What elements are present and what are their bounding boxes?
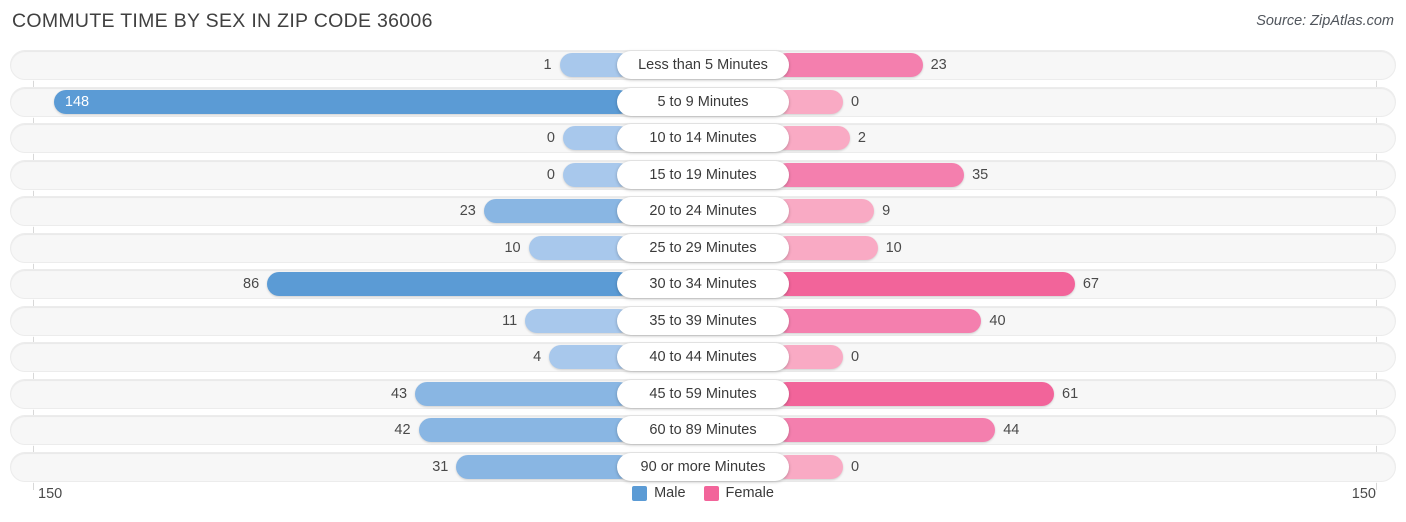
value-female: 0 bbox=[851, 349, 860, 365]
value-male: 42 bbox=[394, 422, 411, 438]
bar-male bbox=[415, 381, 631, 406]
row-label-pill: 10 to 14 Minutes bbox=[617, 124, 789, 152]
value-female: 9 bbox=[882, 203, 891, 219]
chart-row: 5 to 9 Minutes 148 0 bbox=[10, 86, 1396, 117]
bar-female bbox=[775, 418, 996, 442]
bar-male bbox=[528, 235, 631, 260]
value-female: 35 bbox=[972, 166, 989, 183]
row-label-pill: Less than 5 Minutes bbox=[617, 51, 789, 79]
value-female: 44 bbox=[1003, 422, 1020, 438]
bar-male bbox=[456, 454, 631, 479]
bar-female bbox=[775, 53, 923, 77]
bar-male bbox=[267, 272, 631, 296]
value-female: 0 bbox=[851, 458, 860, 475]
legend-label: Female bbox=[725, 485, 774, 501]
chart-row: 40 to 44 Minutes 4 0 bbox=[10, 342, 1396, 372]
row-label-pill: 90 or more Minutes bbox=[617, 452, 789, 481]
legend-item-female[interactable]: Female bbox=[703, 485, 774, 501]
chart-row: 90 or more Minutes 31 0 bbox=[10, 451, 1396, 482]
bar-female bbox=[775, 308, 982, 333]
chart-row: 25 to 29 Minutes 10 10 bbox=[10, 232, 1396, 263]
value-male: 4 bbox=[533, 349, 542, 365]
value-male: 0 bbox=[546, 130, 555, 146]
chart-row: 20 to 24 Minutes 23 9 bbox=[10, 196, 1396, 226]
bar-female bbox=[775, 235, 878, 260]
row-label-pill: 60 to 89 Minutes bbox=[617, 416, 789, 444]
chart-root: COMMUTE TIME BY SEX IN ZIP CODE 36006 So… bbox=[0, 0, 1406, 522]
chart-row: 45 to 59 Minutes 43 61 bbox=[10, 378, 1396, 409]
value-female: 2 bbox=[857, 130, 866, 146]
bar-male bbox=[53, 89, 631, 114]
row-label-pill: 25 to 29 Minutes bbox=[617, 233, 789, 262]
bar-female bbox=[775, 381, 1055, 406]
value-female: 23 bbox=[930, 57, 947, 73]
row-label-pill: 30 to 34 Minutes bbox=[617, 270, 789, 298]
chart-row: 10 to 14 Minutes 0 2 bbox=[10, 123, 1396, 153]
legend-item-male[interactable]: Male bbox=[632, 485, 686, 501]
bar-female bbox=[775, 272, 1075, 296]
bar-male bbox=[525, 308, 631, 333]
row-label-pill: 45 to 59 Minutes bbox=[617, 379, 789, 408]
chart-row: 60 to 89 Minutes 42 44 bbox=[10, 415, 1396, 445]
bar-female bbox=[775, 199, 875, 223]
value-male: 23 bbox=[459, 203, 476, 219]
value-female: 67 bbox=[1082, 276, 1099, 292]
bar-female bbox=[775, 162, 965, 187]
legend-swatch-icon bbox=[632, 485, 648, 501]
value-male: 148 bbox=[64, 93, 90, 110]
bar-male bbox=[418, 418, 631, 442]
chart-row: 30 to 34 Minutes 86 67 bbox=[10, 269, 1396, 299]
legend-swatch-icon bbox=[703, 485, 719, 501]
page-title: COMMUTE TIME BY SEX IN ZIP CODE 36006 bbox=[12, 10, 433, 32]
plot-area: Less than 5 Minutes 1 23 5 to 9 Minutes 148 0… bbox=[0, 50, 1406, 490]
value-male: 11 bbox=[502, 312, 518, 329]
value-male: 0 bbox=[546, 166, 555, 183]
row-label-pill: 35 to 39 Minutes bbox=[617, 306, 789, 335]
source-attribution: Source: ZipAtlas.com bbox=[1256, 13, 1394, 29]
row-label-pill: 15 to 19 Minutes bbox=[617, 160, 789, 189]
chart-legend: Male Female bbox=[0, 485, 1406, 501]
value-male: 43 bbox=[390, 385, 408, 402]
row-label-pill: 20 to 24 Minutes bbox=[617, 197, 789, 225]
row-label-pill: 5 to 9 Minutes bbox=[617, 87, 789, 116]
chart-row: Less than 5 Minutes 1 23 bbox=[10, 50, 1396, 80]
value-female: 10 bbox=[885, 239, 902, 256]
value-male: 86 bbox=[243, 276, 260, 292]
value-male: 1 bbox=[543, 57, 552, 73]
chart-row: 15 to 19 Minutes 0 35 bbox=[10, 159, 1396, 190]
legend-label: Male bbox=[654, 485, 686, 501]
row-label-pill: 40 to 44 Minutes bbox=[617, 343, 789, 371]
value-female: 40 bbox=[989, 312, 1006, 329]
value-male: 10 bbox=[504, 239, 521, 256]
chart-row: 35 to 39 Minutes 11 40 bbox=[10, 305, 1396, 336]
value-female: 61 bbox=[1062, 385, 1079, 402]
bar-male bbox=[483, 199, 631, 223]
value-female: 0 bbox=[851, 93, 860, 110]
value-male: 31 bbox=[432, 458, 449, 475]
